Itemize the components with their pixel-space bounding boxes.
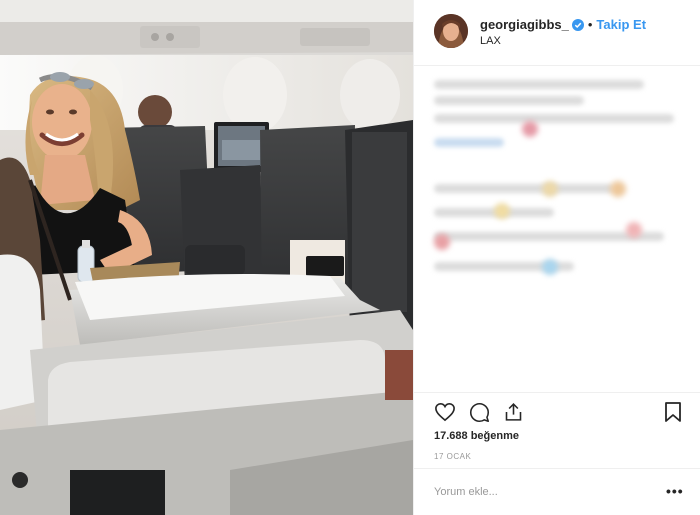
username-link[interactable]: georgiagibbs_: [480, 17, 569, 32]
more-options-button[interactable]: •••: [666, 483, 684, 499]
blurred-emoji: [494, 203, 510, 219]
bookmark-icon[interactable]: [664, 401, 682, 428]
post-photo[interactable]: [0, 0, 413, 515]
blurred-emoji: [542, 259, 558, 275]
blurred-comment-line: [434, 184, 614, 193]
instagram-post: georgiagibbs_ • Takip Et LAX 17.688 beğe…: [0, 0, 700, 515]
blurred-emoji: [522, 121, 538, 137]
blurred-emoji: [542, 181, 558, 197]
comments-area: [414, 66, 700, 392]
photo-illustration: [0, 0, 413, 515]
separator-dot: •: [587, 17, 593, 32]
location-link[interactable]: LAX: [480, 35, 501, 47]
post-sidebar: georgiagibbs_ • Takip Et LAX 17.688 beğe…: [413, 0, 700, 515]
blurred-comment-line: [434, 96, 584, 105]
avatar[interactable]: [434, 14, 468, 48]
blurred-comment-line: [434, 80, 644, 89]
post-header: georgiagibbs_ • Takip Et LAX: [414, 0, 700, 66]
avatar-image: [434, 14, 468, 48]
blurred-comment-line: [434, 138, 504, 147]
likes-count[interactable]: 17.688 beğenme: [434, 430, 519, 442]
blurred-emoji: [626, 222, 642, 238]
comment-icon[interactable]: [469, 402, 490, 428]
action-bar: [414, 392, 700, 432]
comment-input[interactable]: [434, 483, 644, 501]
follow-button[interactable]: Takip Et: [596, 17, 646, 32]
blurred-comment-line: [434, 114, 674, 123]
comment-composer: •••: [414, 468, 700, 515]
post-date[interactable]: 17 OCAK: [434, 452, 471, 461]
heart-icon[interactable]: [434, 402, 456, 427]
verified-badge-icon: [571, 19, 584, 31]
blurred-emoji: [610, 181, 626, 197]
share-icon[interactable]: [503, 401, 524, 428]
blurred-emoji: [434, 234, 450, 250]
user-line: georgiagibbs_ • Takip Et: [480, 17, 646, 32]
